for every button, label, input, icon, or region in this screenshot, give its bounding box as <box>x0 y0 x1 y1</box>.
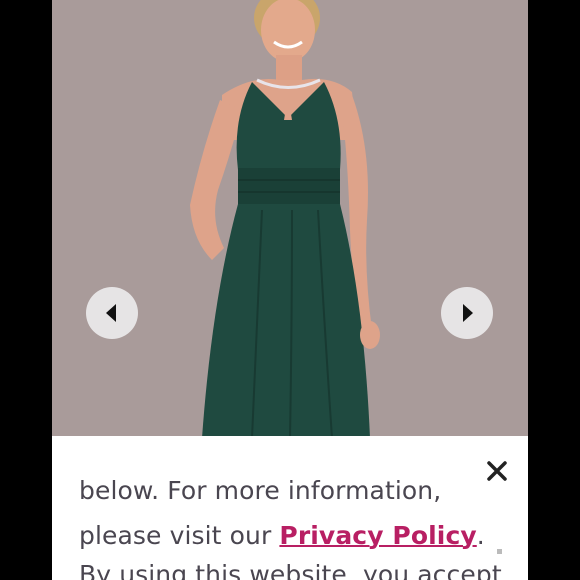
chevron-left-icon <box>106 304 116 322</box>
cookie-text-line3: By using this website, you accept <box>79 560 502 580</box>
cookie-text-prefix: please visit our <box>79 521 280 550</box>
cookie-text-suffix: . <box>476 521 485 550</box>
product-photo <box>52 0 528 438</box>
carousel-next-button[interactable] <box>441 287 493 339</box>
privacy-policy-link[interactable]: Privacy Policy <box>279 521 476 550</box>
cookie-text-line1: below. For more information, <box>79 476 442 505</box>
cookie-text-line2: please visit our Privacy Policy. <box>79 521 485 550</box>
chevron-right-icon <box>463 304 473 322</box>
close-icon[interactable] <box>484 458 510 484</box>
scroll-indicator <box>497 549 502 554</box>
cookie-consent-banner: below. For more information, please visi… <box>52 436 528 580</box>
carousel-prev-button[interactable] <box>86 287 138 339</box>
